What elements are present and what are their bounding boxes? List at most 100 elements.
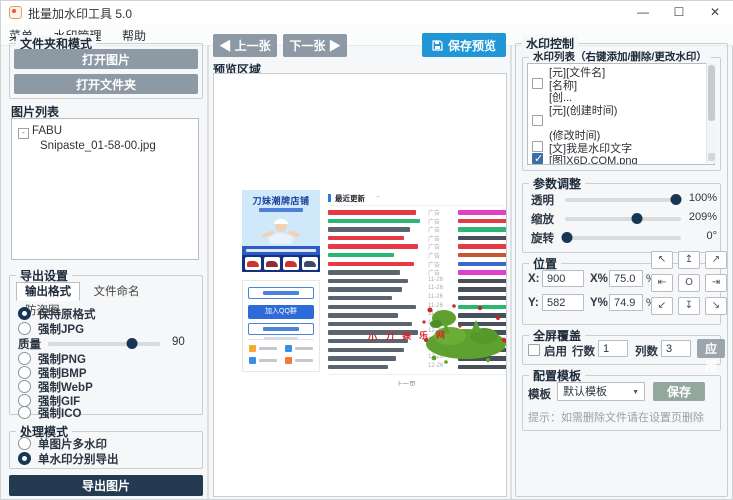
x-input[interactable]: 900 [542,270,584,287]
template-save-button[interactable]: 保存 [653,382,705,401]
link-row[interactable]: 广告 广告 [328,252,506,261]
watermark-list-item[interactable]: [元](创建时间) [528,102,714,115]
link-row[interactable]: 广告 广告 [328,218,506,227]
position-grid-button[interactable]: ↖ [651,251,673,269]
watermark-checkbox[interactable] [532,115,543,126]
tab-output-format[interactable]: 输出格式 [16,282,80,301]
banner-subtitle-bar [259,208,303,212]
quality-slider-knob[interactable] [127,338,138,349]
app-window: 批量加水印工具 5.0 — ☐ ✕ 菜单 水印管理 帮助 文件夹和模式 打开图片… [0,0,733,500]
y-input[interactable]: 582 [542,294,584,311]
link-row[interactable]: 广告 广告 [328,209,506,218]
link-row[interactable]: 11-26 12-26 [328,278,506,287]
coverage-cols-input[interactable]: 3 [661,340,691,357]
outline-button-2[interactable] [248,323,314,335]
link-row[interactable]: 广告 广告 [328,261,506,270]
link-row[interactable]: 11-26 12-26 [328,286,506,295]
maximize-button[interactable]: ☐ [664,3,694,22]
position-grid-button[interactable]: ↘ [705,297,727,315]
card-icon-item[interactable] [285,345,317,353]
watermark-list-item[interactable] [528,114,714,127]
next-image-button[interactable]: 下一张 ▶ [283,34,347,57]
link-row[interactable]: 广告 广告 [328,235,506,244]
watermark-list-item[interactable]: [图]X6D.COM.png [528,152,714,165]
coverage-apply-button[interactable]: 应用 [697,339,725,358]
watermark-list-item[interactable]: [名称] [528,77,714,90]
radio-keep-format[interactable] [18,307,31,320]
radio-force-bmp[interactable] [18,366,31,379]
splitter-right[interactable] [510,45,512,499]
opacity-slider[interactable] [565,198,681,202]
pagination-prev[interactable]: 上一页 [396,378,416,386]
position-grid-button[interactable]: ↧ [678,297,700,315]
link-row[interactable]: 广告 广告 [328,226,506,235]
watermark-checkbox[interactable] [532,153,543,164]
coverage-enable-checkbox[interactable] [528,344,540,356]
position-grid-button[interactable]: ↥ [678,251,700,269]
coverage-rows-input[interactable]: 1 [598,340,628,357]
image-list-box[interactable]: - FABU Snipaste_01-58-00.jpg [11,118,199,260]
save-preview-button[interactable]: 保存预览 [422,33,506,57]
open-folder-button[interactable]: 打开文件夹 [14,74,198,94]
radio-force-jpg[interactable] [18,322,31,335]
radio-force-png[interactable] [18,352,31,365]
watermark-list-scrollbar[interactable] [706,63,716,163]
watermark-checkbox[interactable] [532,141,543,152]
join-qq-button[interactable]: 加入QQ群 [248,305,314,319]
watermark-list-item[interactable]: [创... [528,89,714,102]
x-percent-input[interactable]: 75.0 [609,270,643,287]
close-button[interactable]: ✕ [700,3,730,22]
position-grid-button[interactable]: O [678,274,700,292]
position-grid-button[interactable]: ⇥ [705,274,727,292]
export-tabs: 输出格式 文件命名 防盗图 [16,282,202,301]
outline-button-1[interactable] [248,287,314,299]
radio-force-ico[interactable] [18,406,31,419]
watermark-list-item[interactable]: [文]我是水印文字 [528,140,714,153]
card-icon-item[interactable] [249,357,281,365]
watermark-list-item[interactable]: [元][文件名] [528,64,714,77]
scrollbar-thumb[interactable] [708,65,715,121]
template-select[interactable]: 默认模板▼ [557,382,645,401]
shoe-thumb [245,257,261,270]
position-grid-button[interactable]: ⇤ [651,274,673,292]
tree-root-folder[interactable]: FABU [32,125,62,137]
more-arrow-icon[interactable]: → [374,193,381,200]
card-icon-item[interactable] [249,345,281,353]
watermark-list-item[interactable]: (修改时间) [528,127,714,140]
y-percent-label: Y% [590,297,608,309]
params-group: 参数调整 透明 100% 缩放 209% 旋转 0° [522,183,721,253]
link-row[interactable]: 广告 广告 [328,269,506,278]
tree-expand-icon[interactable]: - [18,128,29,139]
scale-slider[interactable] [565,217,681,221]
watermark-checkbox[interactable] [532,78,543,89]
scale-knob[interactable] [631,213,642,224]
y-percent-input[interactable]: 74.9 [609,294,643,311]
banner-shoes-strip [242,255,320,272]
card-icon-item[interactable] [285,357,317,365]
template-hint: 提示：如需删除文件请在设置页删除 [528,409,704,425]
minimize-button[interactable]: — [628,3,658,22]
prev-image-button[interactable]: ◀ 上一张 [213,34,277,57]
splitter-left[interactable] [207,45,209,499]
card-icon [249,357,256,364]
export-images-button[interactable]: 导出图片 [9,475,203,496]
preview-canvas[interactable]: 刀妹潮牌店铺 加入QQ群 [213,73,507,497]
quality-slider[interactable] [48,342,160,346]
tree-file-item[interactable]: Snipaste_01-58-00.jpg [40,140,156,152]
rotate-value: 0° [681,230,717,242]
position-grid-button[interactable]: ↗ [705,251,727,269]
tab-file-naming[interactable]: 文件命名 [84,282,148,301]
scale-label: 缩放 [531,211,554,227]
position-grid-button[interactable]: ↙ [651,297,673,315]
link-row[interactable]: 广告 广告 [328,243,506,252]
radio-separate-export[interactable] [18,452,31,465]
radio-multi-watermark[interactable] [18,437,31,450]
radio-force-webp[interactable] [18,380,31,393]
radio-force-jpg-label: 强制JPG [38,321,84,337]
watermark-list-box[interactable]: [元][文件名] [名称] [创... [元](创建时间) [527,63,715,165]
webpage-side-card: 加入QQ群 [242,280,320,372]
rotate-slider[interactable] [565,236,681,240]
open-image-button[interactable]: 打开图片 [14,49,198,69]
y-label: Y: [528,297,539,309]
rotate-knob[interactable] [562,232,573,243]
